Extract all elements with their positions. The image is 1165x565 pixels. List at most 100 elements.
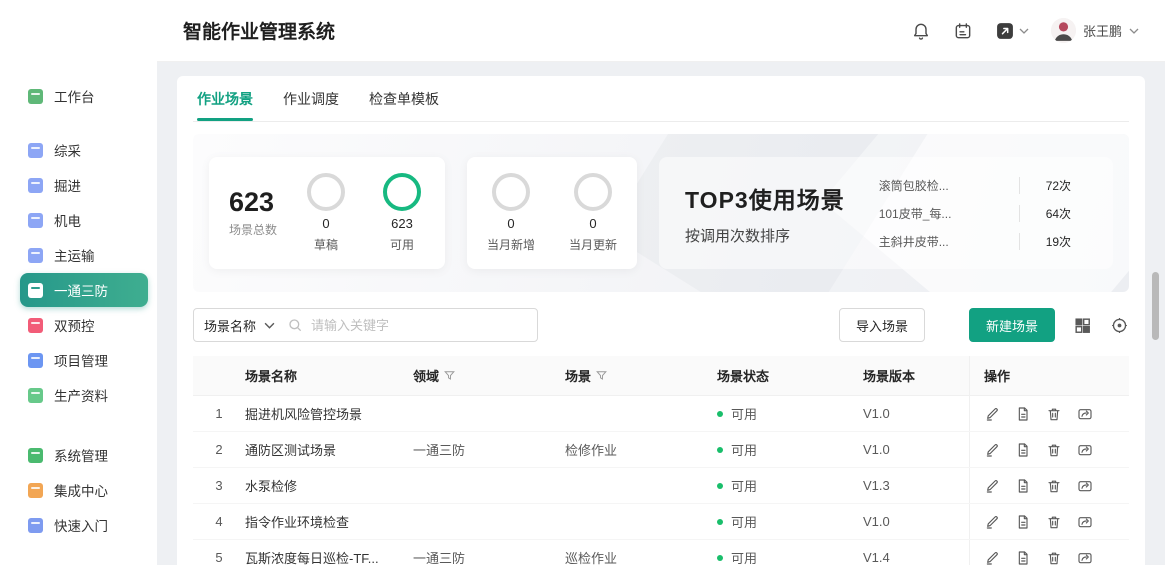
status-badge: 可用 [731,404,757,423]
chevron-down-icon [264,322,275,329]
tab-label: 检查单模板 [369,89,439,109]
sidebar-item[interactable]: 项目管理 [20,343,148,377]
filter-funnel-icon[interactable] [443,369,456,382]
ring-value: 0 [507,216,514,231]
sidebar-item[interactable]: 主运输 [20,238,148,272]
sidebar-item[interactable]: 机电 [20,203,148,237]
scenario-status: 可用 [717,404,863,423]
row-actions [969,468,1129,503]
ring-label: 当月更新 [569,236,617,253]
row-index: 5 [193,550,245,565]
filter-funnel-icon[interactable] [595,369,608,382]
search-input[interactable] [311,318,527,333]
table-row[interactable]: 2 通防区测试场景 一通三防 检修作业 可用 V1.0 [193,432,1129,468]
edit-icon[interactable] [984,478,1000,494]
search-icon [287,317,303,333]
search-field-select[interactable]: 场景名称 [204,316,279,335]
scenario-status: 可用 [717,476,863,495]
edit-icon[interactable] [984,406,1000,422]
sidebar-item[interactable]: 双预控 [20,308,148,342]
sidebar-item-label: 综采 [54,140,81,160]
mining-icon [28,143,43,158]
share-export-icon[interactable] [1077,514,1093,530]
tab-bar: 作业场景 作业调度 检查单模板 [193,76,1129,122]
total-value: 623 [229,188,277,218]
sidebar-item[interactable]: 快速入门 [20,508,148,542]
tab[interactable]: 检查单模板 [369,76,439,121]
scenario-domain: 一通三防 [413,548,565,565]
delete-trash-icon[interactable] [1046,442,1062,458]
edit-icon[interactable] [984,514,1000,530]
status-dot [717,519,723,525]
scenario-status: 可用 [717,512,863,531]
row-index: 2 [193,442,245,457]
top3-panel: TOP3使用场景 按调用次数排序 滚筒包胶检... 72次 [659,157,1113,269]
sidebar-item[interactable]: 系统管理 [20,438,148,472]
share-export-icon[interactable] [1077,550,1093,565]
top3-item-count: 64次 [1019,205,1079,222]
scenario-status: 可用 [717,440,863,459]
sidebar: 工作台 综采 掘进 机电 主运输 [0,0,157,565]
sidebar-item[interactable]: 生产资料 [20,378,148,412]
notification-bell-icon[interactable] [911,21,931,41]
production-data-icon [28,388,43,403]
copy-document-icon[interactable] [1015,514,1031,530]
column-settings-icon[interactable] [1110,316,1129,335]
sidebar-item[interactable]: 集成中心 [20,473,148,507]
scenario-total: 623 场景总数 [229,188,277,239]
table-row[interactable]: 5 瓦斯浓度每日巡检-TF... 一通三防 巡检作业 可用 V1.4 [193,540,1129,565]
copy-document-icon[interactable] [1015,442,1031,458]
vertical-scrollbar[interactable] [1152,272,1159,340]
row-actions [969,396,1129,431]
sidebar-item[interactable]: 一通三防 [20,273,148,307]
delete-trash-icon[interactable] [1046,514,1062,530]
top3-item-name: 主斜井皮带... [879,233,1019,250]
table-body: 1 掘进机风险管控场景 可用 V1.0 [193,396,1129,565]
stats-banner: 623 场景总数 0 草稿 [193,134,1129,292]
stat-ring: 0 当月更新 [569,173,617,253]
avatar [1051,18,1076,43]
ring-icon [307,173,345,211]
sidebar-item[interactable]: 综采 [20,133,148,167]
scenario-version: V1.0 [863,406,969,421]
scenario-name: 通防区测试场景 [245,440,413,459]
status-badge: 可用 [731,512,757,531]
col-header-domain: 领域 [413,366,565,385]
delete-trash-icon[interactable] [1046,406,1062,422]
sidebar-item[interactable]: 掘进 [20,168,148,202]
schedule-calendar-icon[interactable] [953,21,973,41]
import-scenario-button[interactable]: 导入场景 [839,308,925,342]
page-title: 智能作业管理系统 [183,17,335,44]
copy-document-icon[interactable] [1015,478,1031,494]
table-row[interactable]: 1 掘进机风险管控场景 可用 V1.0 [193,396,1129,432]
scenario-version: V1.0 [863,514,969,529]
app-switcher-icon [995,21,1015,41]
table-header-row: 场景名称 领域 场景 场景状 [193,356,1129,396]
top3-item-count: 72次 [1019,177,1079,194]
share-export-icon[interactable] [1077,442,1093,458]
top3-subtitle: 按调用次数排序 [685,225,845,246]
tab[interactable]: 作业场景 [197,76,253,121]
share-export-icon[interactable] [1077,406,1093,422]
sidebar-item-label: 工作台 [54,86,95,106]
create-scenario-button[interactable]: 新建场景 [969,308,1055,342]
user-menu[interactable]: 张王鹏 [1051,18,1139,43]
app-switcher[interactable] [995,21,1029,41]
card-view-toggle-icon[interactable] [1073,316,1092,335]
sidebar-item-label: 掘进 [54,175,81,195]
delete-trash-icon[interactable] [1046,550,1062,565]
delete-trash-icon[interactable] [1046,478,1062,494]
quick-start-icon [28,518,43,533]
edit-icon[interactable] [984,550,1000,565]
sidebar-item[interactable]: 工作台 [20,79,148,113]
copy-document-icon[interactable] [1015,406,1031,422]
workbench-icon [28,89,43,104]
share-export-icon[interactable] [1077,478,1093,494]
ring-icon [574,173,612,211]
copy-document-icon[interactable] [1015,550,1031,565]
table-row[interactable]: 3 水泵检修 可用 V1.3 [193,468,1129,504]
table-row[interactable]: 4 指令作业环境检查 可用 V1.0 [193,504,1129,540]
tab[interactable]: 作业调度 [283,76,339,121]
edit-icon[interactable] [984,442,1000,458]
top3-item-name: 滚筒包胶检... [879,177,1019,194]
